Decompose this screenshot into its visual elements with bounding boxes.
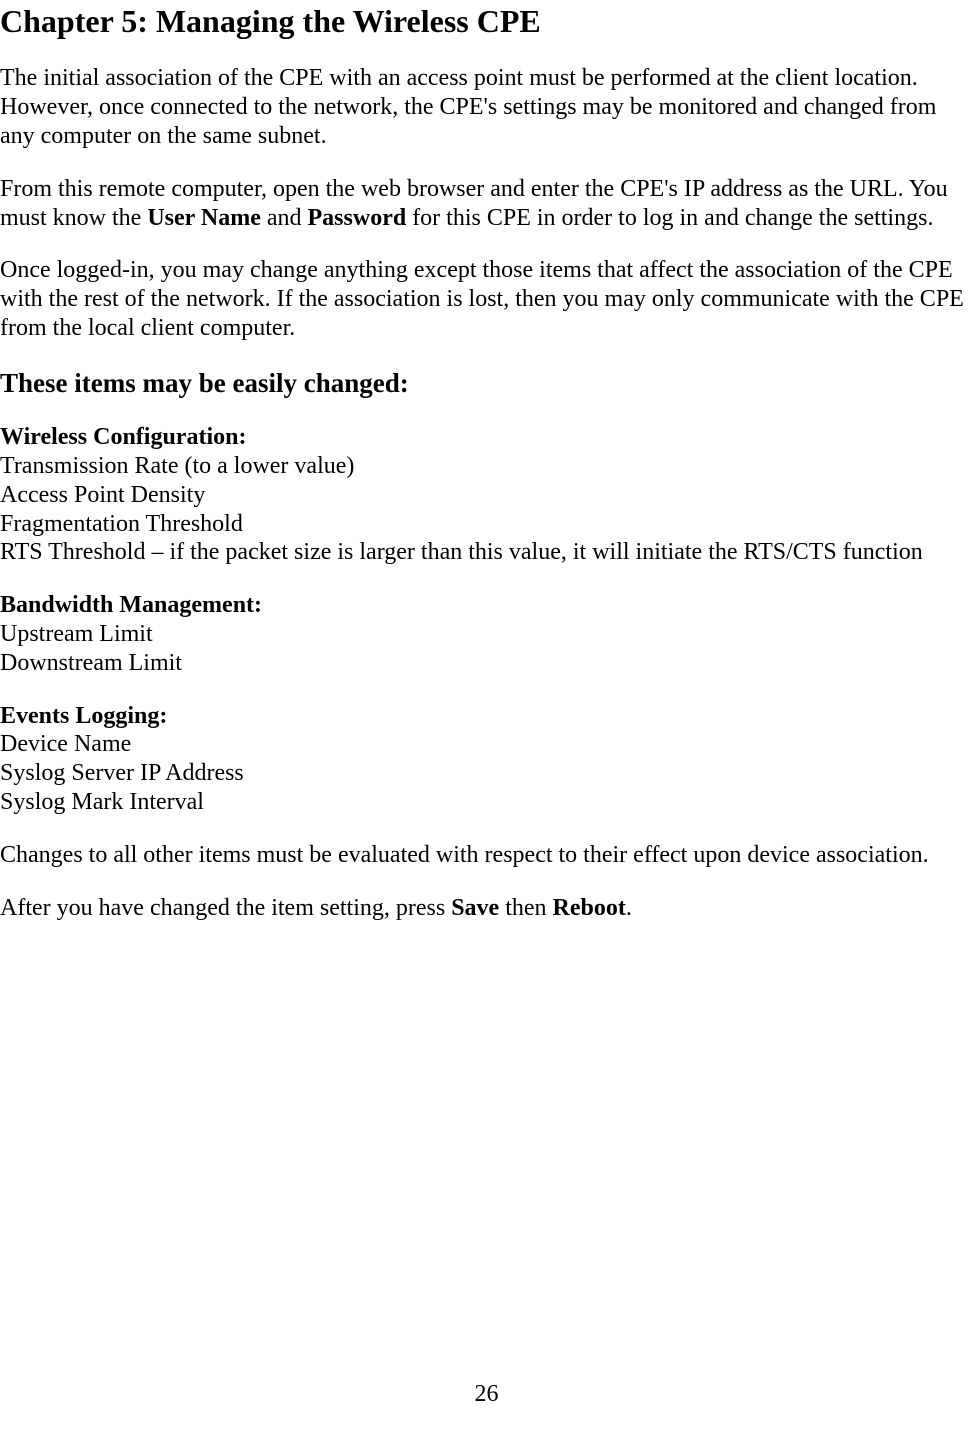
list-item: Downstream Limit: [0, 649, 973, 678]
bandwidth-mgmt-block: Bandwidth Management: Upstream Limit Dow…: [0, 591, 973, 677]
bandwidth-mgmt-title: Bandwidth Management:: [0, 591, 973, 620]
page-number: 26: [0, 1380, 973, 1409]
bold-reboot: Reboot: [553, 895, 626, 921]
section-heading-items: These items may be easily changed:: [0, 367, 973, 399]
list-item: Syslog Mark Interval: [0, 788, 973, 817]
wireless-config-title: Wireless Configuration:: [0, 423, 973, 452]
list-item: Transmission Rate (to a lower value): [0, 452, 973, 481]
bold-username: User Name: [147, 205, 261, 231]
text-segment: for this CPE in order to log in and chan…: [406, 205, 933, 231]
bold-password: Password: [308, 205, 407, 231]
list-item: Syslog Server IP Address: [0, 759, 973, 788]
events-logging-title: Events Logging:: [0, 702, 973, 731]
chapter-title: Chapter 5: Managing the Wireless CPE: [0, 2, 973, 40]
text-segment: then: [499, 895, 552, 921]
list-item: Device Name: [0, 730, 973, 759]
events-logging-block: Events Logging: Device Name Syslog Serve…: [0, 702, 973, 817]
wireless-config-block: Wireless Configuration: Transmission Rat…: [0, 423, 973, 567]
text-segment: After you have changed the item setting,…: [0, 895, 451, 921]
paragraph-login: From this remote computer, open the web …: [0, 175, 973, 233]
list-item: Access Point Density: [0, 481, 973, 510]
paragraph-changes: Changes to all other items must be evalu…: [0, 841, 973, 870]
text-segment: and: [261, 205, 308, 231]
bold-save: Save: [451, 895, 499, 921]
paragraph-intro: The initial association of the CPE with …: [0, 64, 973, 150]
list-item: Fragmentation Threshold: [0, 510, 973, 539]
list-item: RTS Threshold – if the packet size is la…: [0, 538, 973, 567]
paragraph-loggedin: Once logged-in, you may change anything …: [0, 256, 973, 342]
list-item: Upstream Limit: [0, 620, 973, 649]
text-segment: .: [626, 895, 632, 921]
paragraph-savereboot: After you have changed the item setting,…: [0, 894, 973, 923]
